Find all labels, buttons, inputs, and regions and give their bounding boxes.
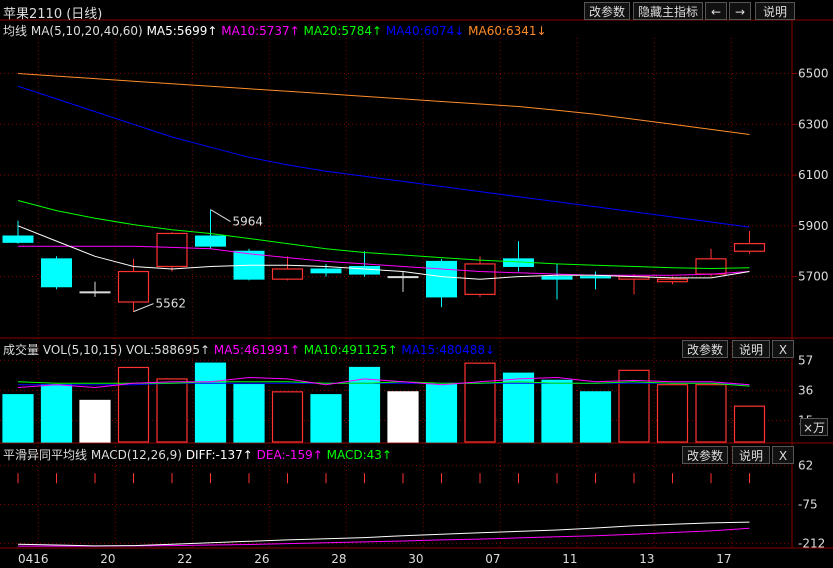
edit-params-button[interactable]: 改参数 <box>584 2 630 20</box>
prev-arrow-button[interactable]: ← <box>705 2 727 20</box>
annotation-leader <box>210 209 231 223</box>
volume-bar <box>387 391 419 443</box>
vol-edit-params-button[interactable]: 改参数 <box>682 340 728 358</box>
volume-bar <box>79 399 111 443</box>
candle-body <box>310 268 342 274</box>
date-label: 26 <box>254 552 269 566</box>
candle-body <box>695 258 727 275</box>
ma40-line <box>17 85 750 228</box>
candle-body <box>656 278 689 283</box>
volume-bar <box>2 394 34 443</box>
volume-bar <box>310 394 342 443</box>
date-label: 30 <box>408 552 423 566</box>
macd-explain-button[interactable]: 说明 <box>732 446 770 464</box>
ma40-value: MA40:6074↓ <box>385 24 465 38</box>
macd-legend-name: 平滑异同平均线 <box>3 448 88 462</box>
volume-bar <box>464 362 496 443</box>
next-arrow-button[interactable]: → <box>729 2 751 20</box>
ma5-value: MA5:5699↑ <box>146 24 218 38</box>
vol-explain-button[interactable]: 说明 <box>732 340 770 358</box>
macd-close-button[interactable]: X <box>772 446 794 464</box>
candle-body <box>349 265 380 275</box>
candle-body <box>271 268 304 280</box>
date-label: 13 <box>639 552 654 566</box>
ma-legend-name: 均线 <box>3 24 28 38</box>
ma-legend: 均线 MA(5,10,20,40,60) MA5:5699↑ MA10:5737… <box>3 22 547 39</box>
macd-value: MACD:43↑ <box>326 448 392 462</box>
macd-legend-params: MACD(12,26,9) <box>90 448 182 462</box>
volume-tick-label: 57 <box>798 353 813 367</box>
volume-bar <box>425 384 458 443</box>
ma20-value: MA20:5784↑ <box>303 24 383 38</box>
date-label: 0416 <box>18 552 49 566</box>
volume-bar <box>656 384 689 443</box>
volume-bar <box>117 366 150 443</box>
macd-tick-label: -212 <box>798 536 825 550</box>
dea-line <box>18 527 750 547</box>
candle-body <box>733 243 766 252</box>
price-tick-label: 6100 <box>798 168 829 182</box>
macd-legend: 平滑异同平均线 MACD(12,26,9) DIFF:-137↑ DEA:-15… <box>3 446 392 463</box>
price-tick-label: 5900 <box>798 219 829 233</box>
ma20-line <box>17 200 750 270</box>
plot-layer: 5964 5562 <box>2 73 766 547</box>
date-label: 11 <box>562 552 577 566</box>
vol-legend-params: VOL(5,10,15) <box>42 343 123 357</box>
volume-bar <box>194 362 227 443</box>
macd-edit-params-button[interactable]: 改参数 <box>682 446 728 464</box>
candle-body <box>541 276 573 280</box>
diff-value: DIFF:-137↑ <box>185 448 253 462</box>
ma60-value: MA60:6341↓ <box>468 24 547 38</box>
dea-value: DEA:-159↑ <box>256 448 323 462</box>
volume-bar <box>733 405 766 443</box>
candle-body <box>41 258 72 288</box>
vol-legend-name: 成交量 <box>3 343 40 357</box>
date-label: 20 <box>100 552 115 566</box>
volume-legend: 成交量 VOL(5,10,15) VOL:588695↑ MA5:461991↑… <box>3 341 495 358</box>
ma10-value: MA10:5737↑ <box>221 24 300 38</box>
macd-tick-label: 62 <box>798 459 813 473</box>
candle-body <box>2 235 34 243</box>
candle-body <box>195 235 226 247</box>
volume-bar <box>271 391 304 443</box>
price-annotation: 5562 <box>156 297 187 311</box>
vol-ma10-value: MA10:491125↑ <box>303 343 398 357</box>
chart-title: 苹果2110 (日线) <box>3 7 103 22</box>
chart-canvas: 6500630061005900570057361562-75-21204162… <box>0 19 833 566</box>
candle-body <box>580 276 611 279</box>
vol-value: VOL:588695↑ <box>125 343 211 357</box>
annotation-leader <box>133 303 154 313</box>
volume-tick-label: 36 <box>798 383 813 397</box>
volume-bar <box>579 391 612 443</box>
date-label: 28 <box>331 552 346 566</box>
volume-bar <box>541 379 573 443</box>
volume-bar <box>40 384 73 443</box>
price-annotation: 5964 <box>233 215 264 229</box>
price-tick-label: 6300 <box>798 117 829 131</box>
date-label: 22 <box>177 552 192 566</box>
vol-close-button[interactable]: X <box>772 340 794 358</box>
vol-ma15-value: MA15:480488↓ <box>401 343 496 357</box>
date-label: 07 <box>485 552 500 566</box>
candle-body <box>79 291 111 294</box>
vol-ma5-value: MA5:461991↑ <box>213 343 300 357</box>
price-tick-label: 6500 <box>798 67 829 81</box>
ma-legend-params: MA(5,10,20,40,60) <box>30 24 143 38</box>
macd-tick-label: -75 <box>798 498 818 512</box>
explain-button[interactable]: 说明 <box>755 2 795 20</box>
ma60-line <box>17 73 750 135</box>
candle-body <box>117 270 150 303</box>
ma10-line <box>18 245 750 276</box>
candle-body <box>156 232 188 268</box>
hide-main-indicator-button[interactable]: 隐藏主指标 <box>633 2 703 20</box>
candle-body <box>426 260 457 298</box>
volume-bar <box>156 378 188 443</box>
vol-unit-button[interactable]: ×万 <box>800 418 828 436</box>
candle-body <box>387 276 419 279</box>
date-label: 17 <box>716 552 731 566</box>
volume-bar <box>233 384 265 443</box>
volume-bar <box>695 384 727 443</box>
price-tick-label: 5700 <box>798 270 829 284</box>
